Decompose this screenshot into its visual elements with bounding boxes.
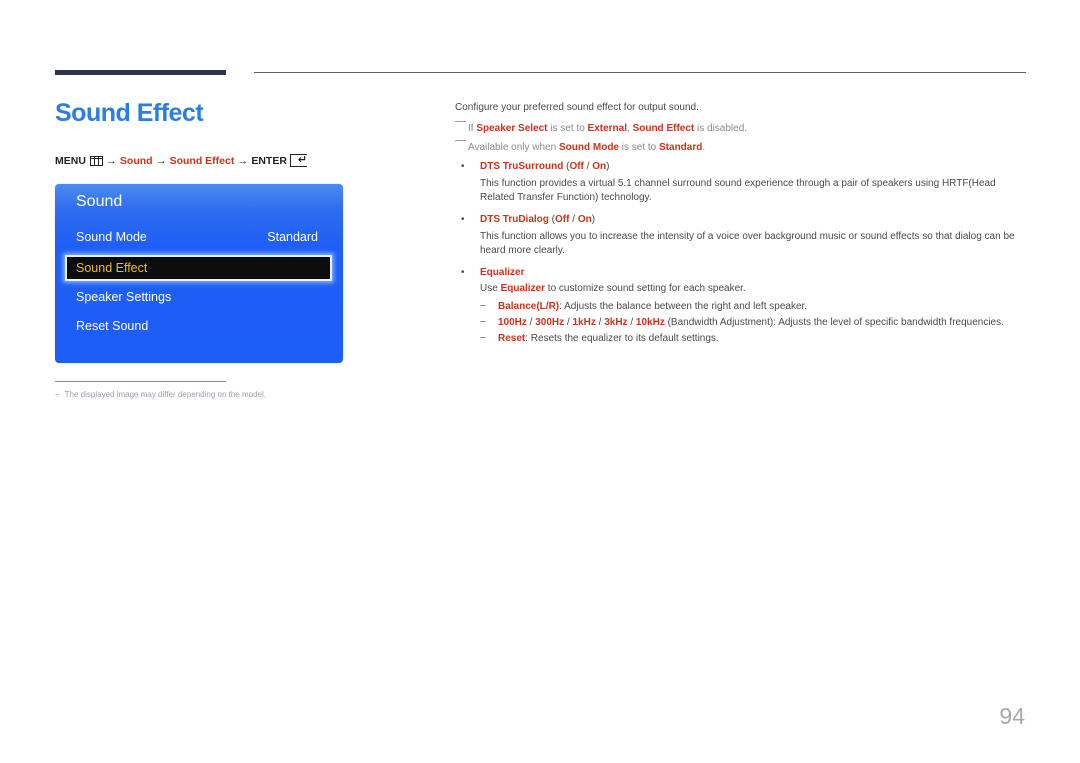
arrow-icon: → bbox=[237, 154, 249, 167]
path-sound-effect: Sound Effect bbox=[169, 154, 235, 167]
bullet-icon: • bbox=[461, 267, 465, 278]
menu-label: MENU bbox=[55, 154, 86, 167]
note-icon bbox=[455, 140, 466, 141]
note-icon bbox=[455, 121, 466, 122]
osd-item-sound-effect[interactable]: Sound Effect bbox=[65, 255, 332, 281]
arrow-icon: → bbox=[155, 154, 167, 167]
page-title: Sound Effect bbox=[55, 99, 204, 127]
description-text: Related Transfer Function) technology. bbox=[480, 192, 652, 203]
menu-path: MENU → Sound → Sound Effect → ENTER ↵ bbox=[55, 154, 307, 167]
note-speaker-select: If Speaker Select is set to External, So… bbox=[455, 121, 747, 136]
option-equalizer: Equalizer bbox=[480, 267, 525, 278]
option-dts-trudialog: DTS TruDialog (Off / On) bbox=[480, 214, 596, 225]
equalizer-item-balance: − Balance(L/R): Adjusts the balance betwe… bbox=[480, 301, 808, 312]
dash-icon: − bbox=[55, 390, 60, 399]
enter-icon: ↵ bbox=[289, 154, 307, 167]
description-text: Use Equalizer to customize sound setting… bbox=[480, 283, 746, 294]
path-sound: Sound bbox=[119, 154, 153, 167]
dash-icon: − bbox=[480, 333, 486, 344]
dash-icon: − bbox=[480, 317, 486, 328]
header-rule-thick bbox=[55, 70, 226, 75]
option-dts-trusurround: DTS TruSurround (Off / On) bbox=[480, 161, 610, 172]
bullet-icon: • bbox=[461, 214, 465, 225]
footnote: − The displayed image may differ dependin… bbox=[55, 390, 266, 399]
description-text: This function provides a virtual 5.1 cha… bbox=[480, 178, 996, 189]
enter-label: ENTER bbox=[251, 154, 287, 167]
footnote-rule bbox=[55, 381, 226, 382]
description-text: heard more clearly. bbox=[480, 245, 565, 256]
arrow-icon: → bbox=[105, 154, 117, 167]
osd-item-reset-sound[interactable]: Reset Sound bbox=[76, 319, 148, 333]
osd-item-sound-mode[interactable]: Sound Mode bbox=[76, 230, 147, 244]
page-number: 94 bbox=[999, 703, 1025, 729]
note-sound-mode: Available only when Sound Mode is set to… bbox=[455, 140, 705, 155]
intro-text: Configure your preferred sound effect fo… bbox=[455, 102, 699, 113]
bullet-icon: • bbox=[461, 161, 465, 172]
osd-item-label: Sound Effect bbox=[76, 261, 148, 275]
menu-icon bbox=[89, 155, 103, 166]
osd-menu-panel: Sound Sound Mode Standard Sound Effect S… bbox=[55, 184, 343, 363]
dash-icon: − bbox=[480, 301, 486, 312]
equalizer-item-bands: −100Hz / 300Hz / 1kHz / 3kHz / 10kHz (Ba… bbox=[480, 317, 1004, 328]
osd-title: Sound bbox=[76, 193, 123, 210]
description-text: This function allows you to increase the… bbox=[480, 231, 1015, 242]
osd-item-speaker-settings[interactable]: Speaker Settings bbox=[76, 290, 171, 304]
equalizer-item-reset: − Reset: Resets the equalizer to its defa… bbox=[480, 333, 719, 344]
header-rule-thin bbox=[254, 72, 1026, 73]
osd-sound-mode-value: Standard bbox=[267, 230, 318, 244]
